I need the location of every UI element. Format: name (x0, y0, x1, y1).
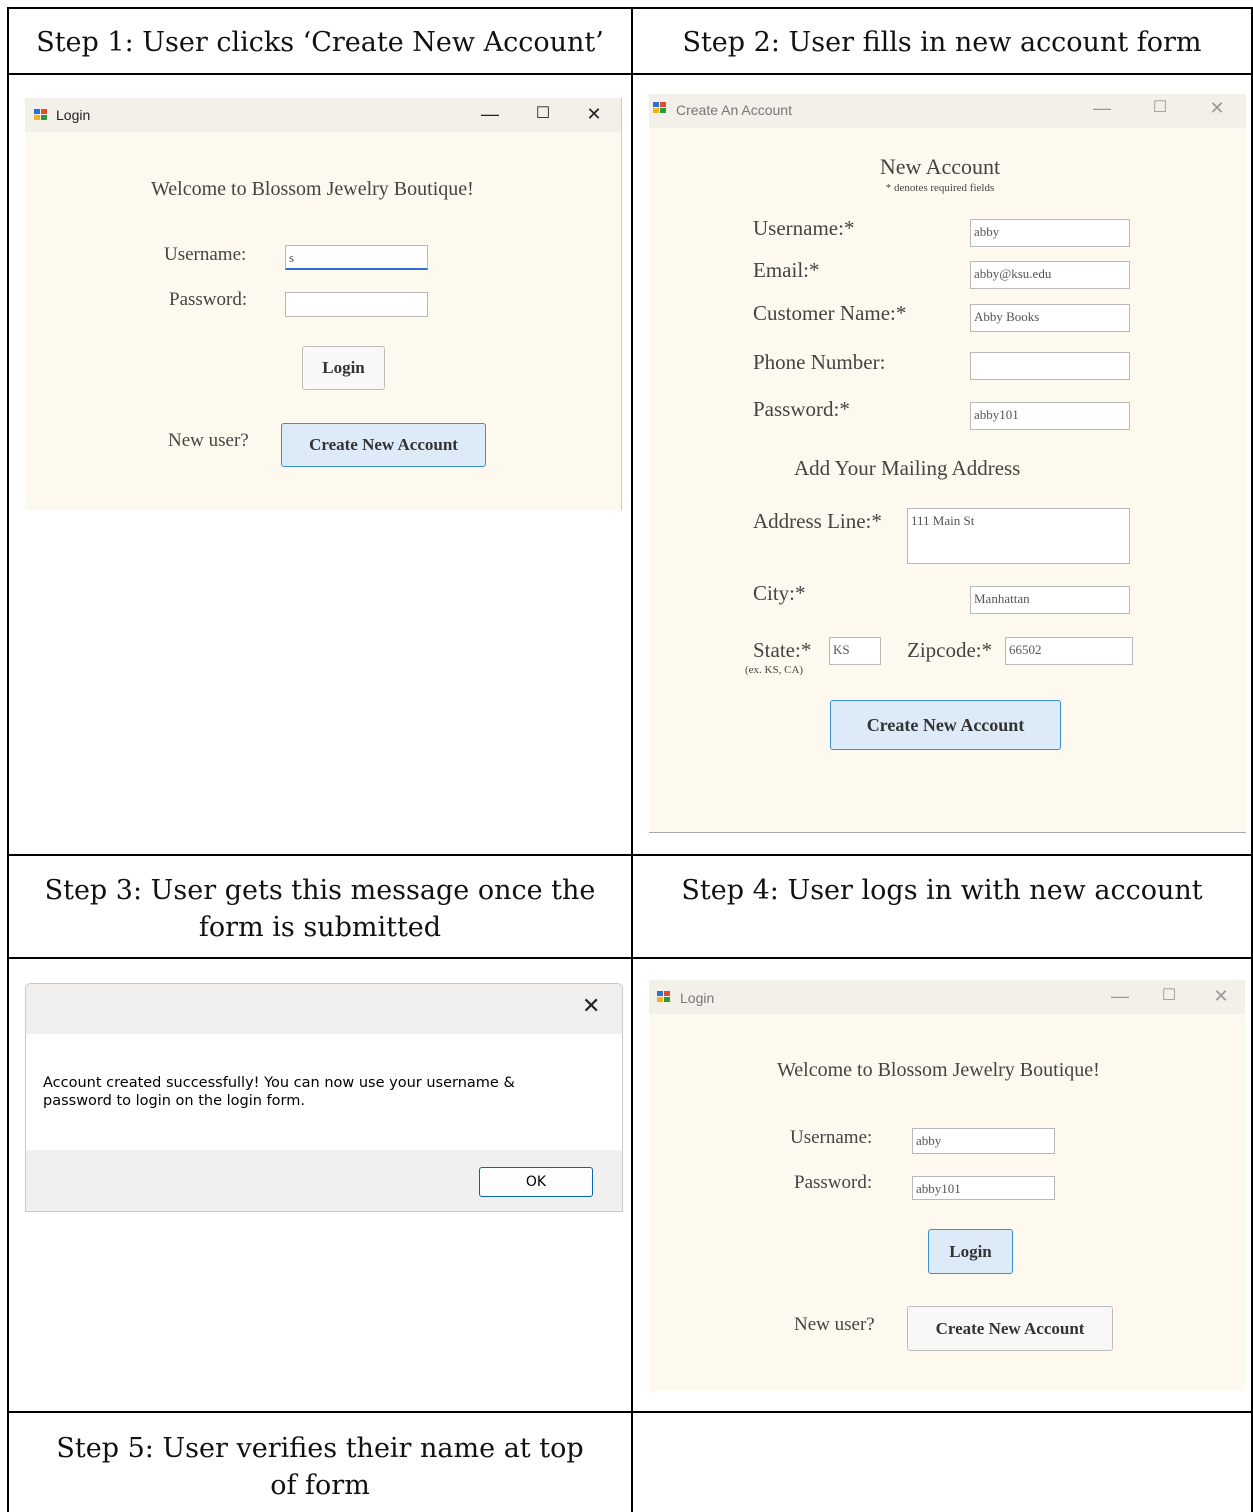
username-input[interactable]: abby (970, 219, 1130, 247)
step-5-title: Step 5: User verifies their name at top … (56, 1433, 584, 1501)
maximize-button[interactable]: ☐ (531, 102, 555, 126)
new-user-label: New user? (168, 430, 249, 451)
maximize-button[interactable]: ☐ (1157, 984, 1181, 1008)
city-label: City:* (753, 581, 806, 605)
username-label: Username: (790, 1127, 873, 1148)
email-input[interactable]: abby@ksu.edu (970, 261, 1130, 289)
table-row-divider (7, 957, 1253, 959)
welcome-text: Welcome to Blossom Jewelry Boutique! (777, 1059, 1100, 1081)
close-button[interactable]: ✕ (1205, 96, 1229, 120)
password-label: Password:* (753, 397, 850, 421)
create-new-account-button[interactable]: Create New Account (281, 423, 486, 467)
password-input[interactable]: abby101 (912, 1176, 1055, 1200)
maximize-button[interactable]: ☐ (1148, 96, 1172, 120)
address-line-label: Address Line:* (753, 509, 882, 533)
message-box-titlebar: ✕ (26, 984, 622, 1034)
login-titlebar: Login — ☐ ✕ (649, 980, 1245, 1014)
address-line-input[interactable]: 111 Main St (907, 508, 1130, 564)
table-row-divider (7, 854, 1253, 856)
login-window-2: Login — ☐ ✕ Welcome to Blossom Jewelry B… (649, 980, 1245, 1391)
zipcode-input[interactable]: 66502 (1005, 637, 1133, 665)
step-1-title: Step 1: User clicks ‘Create New Account’ (36, 27, 604, 58)
table-border-left (7, 7, 9, 1512)
minimize-button[interactable]: — (1090, 96, 1114, 120)
create-account-window: Create An Account — ☐ ✕ New Account * de… (649, 94, 1246, 833)
steps-table: Step 1: User clicks ‘Create New Account’… (0, 0, 1253, 1512)
login-window-title: Login (56, 107, 91, 123)
customer-name-label: Customer Name:* (753, 301, 907, 325)
close-button[interactable]: ✕ (1209, 984, 1233, 1008)
app-icon (653, 102, 667, 114)
app-icon (34, 109, 48, 121)
message-text: Account created successfully! You can no… (43, 1075, 515, 1109)
close-button[interactable]: ✕ (582, 102, 606, 126)
email-label: Email:* (753, 258, 820, 282)
password-label: Password: (169, 289, 248, 310)
mailing-address-heading: Add Your Mailing Address (794, 456, 1021, 480)
password-input[interactable]: abby101 (970, 402, 1130, 430)
create-new-account-button[interactable]: Create New Account (907, 1306, 1113, 1351)
password-input[interactable] (285, 292, 428, 317)
zipcode-label: Zipcode:* (907, 638, 993, 662)
step-3-title: Step 3: User gets this message once the … (44, 875, 596, 943)
city-input[interactable]: Manhattan (970, 586, 1130, 614)
table-row-divider (7, 73, 1253, 75)
close-icon[interactable]: ✕ (582, 994, 600, 1019)
step-4-title: Step 4: User logs in with new account (681, 875, 1203, 906)
state-input[interactable]: KS (829, 637, 881, 665)
new-user-label: New user? (794, 1314, 875, 1335)
create-new-account-button[interactable]: Create New Account (830, 700, 1061, 750)
password-label: Password: (794, 1172, 873, 1193)
username-input[interactable]: abby (912, 1128, 1055, 1154)
create-account-window-title: Create An Account (676, 102, 792, 118)
create-account-titlebar: Create An Account — ☐ ✕ (649, 94, 1246, 128)
message-box-footer: OK (26, 1150, 622, 1211)
required-note: * denotes required fields (885, 182, 995, 194)
username-label: Username: (164, 244, 247, 265)
login-titlebar: Login — ☐ ✕ (25, 98, 621, 132)
table-border-top (7, 7, 1253, 9)
ok-button[interactable]: OK (479, 1167, 593, 1197)
username-label: Username:* (753, 216, 855, 240)
table-row-divider (7, 1411, 1253, 1413)
welcome-text: Welcome to Blossom Jewelry Boutique! (151, 178, 474, 200)
login-window-title: Login (680, 990, 715, 1006)
customer-name-input[interactable]: Abby Books (970, 304, 1130, 332)
step-2-title: Step 2: User fills in new account form (682, 27, 1202, 58)
minimize-button[interactable]: — (478, 102, 502, 126)
minimize-button[interactable]: — (1108, 984, 1132, 1008)
message-box: ✕ Account created successfully! You can … (25, 983, 623, 1212)
state-label: State:* (753, 638, 812, 662)
app-icon (657, 991, 671, 1003)
new-account-heading: New Account (879, 154, 1001, 179)
table-divider-vertical (631, 7, 633, 1512)
login-button[interactable]: Login (302, 346, 385, 390)
login-window: Login — ☐ ✕ Welcome to Blossom Jewelry B… (25, 98, 622, 510)
phone-number-label: Phone Number: (753, 350, 886, 374)
phone-number-input[interactable] (970, 352, 1130, 380)
login-button[interactable]: Login (928, 1229, 1013, 1274)
username-input[interactable]: s (285, 245, 428, 270)
state-hint: (ex. KS, CA) (745, 664, 804, 676)
